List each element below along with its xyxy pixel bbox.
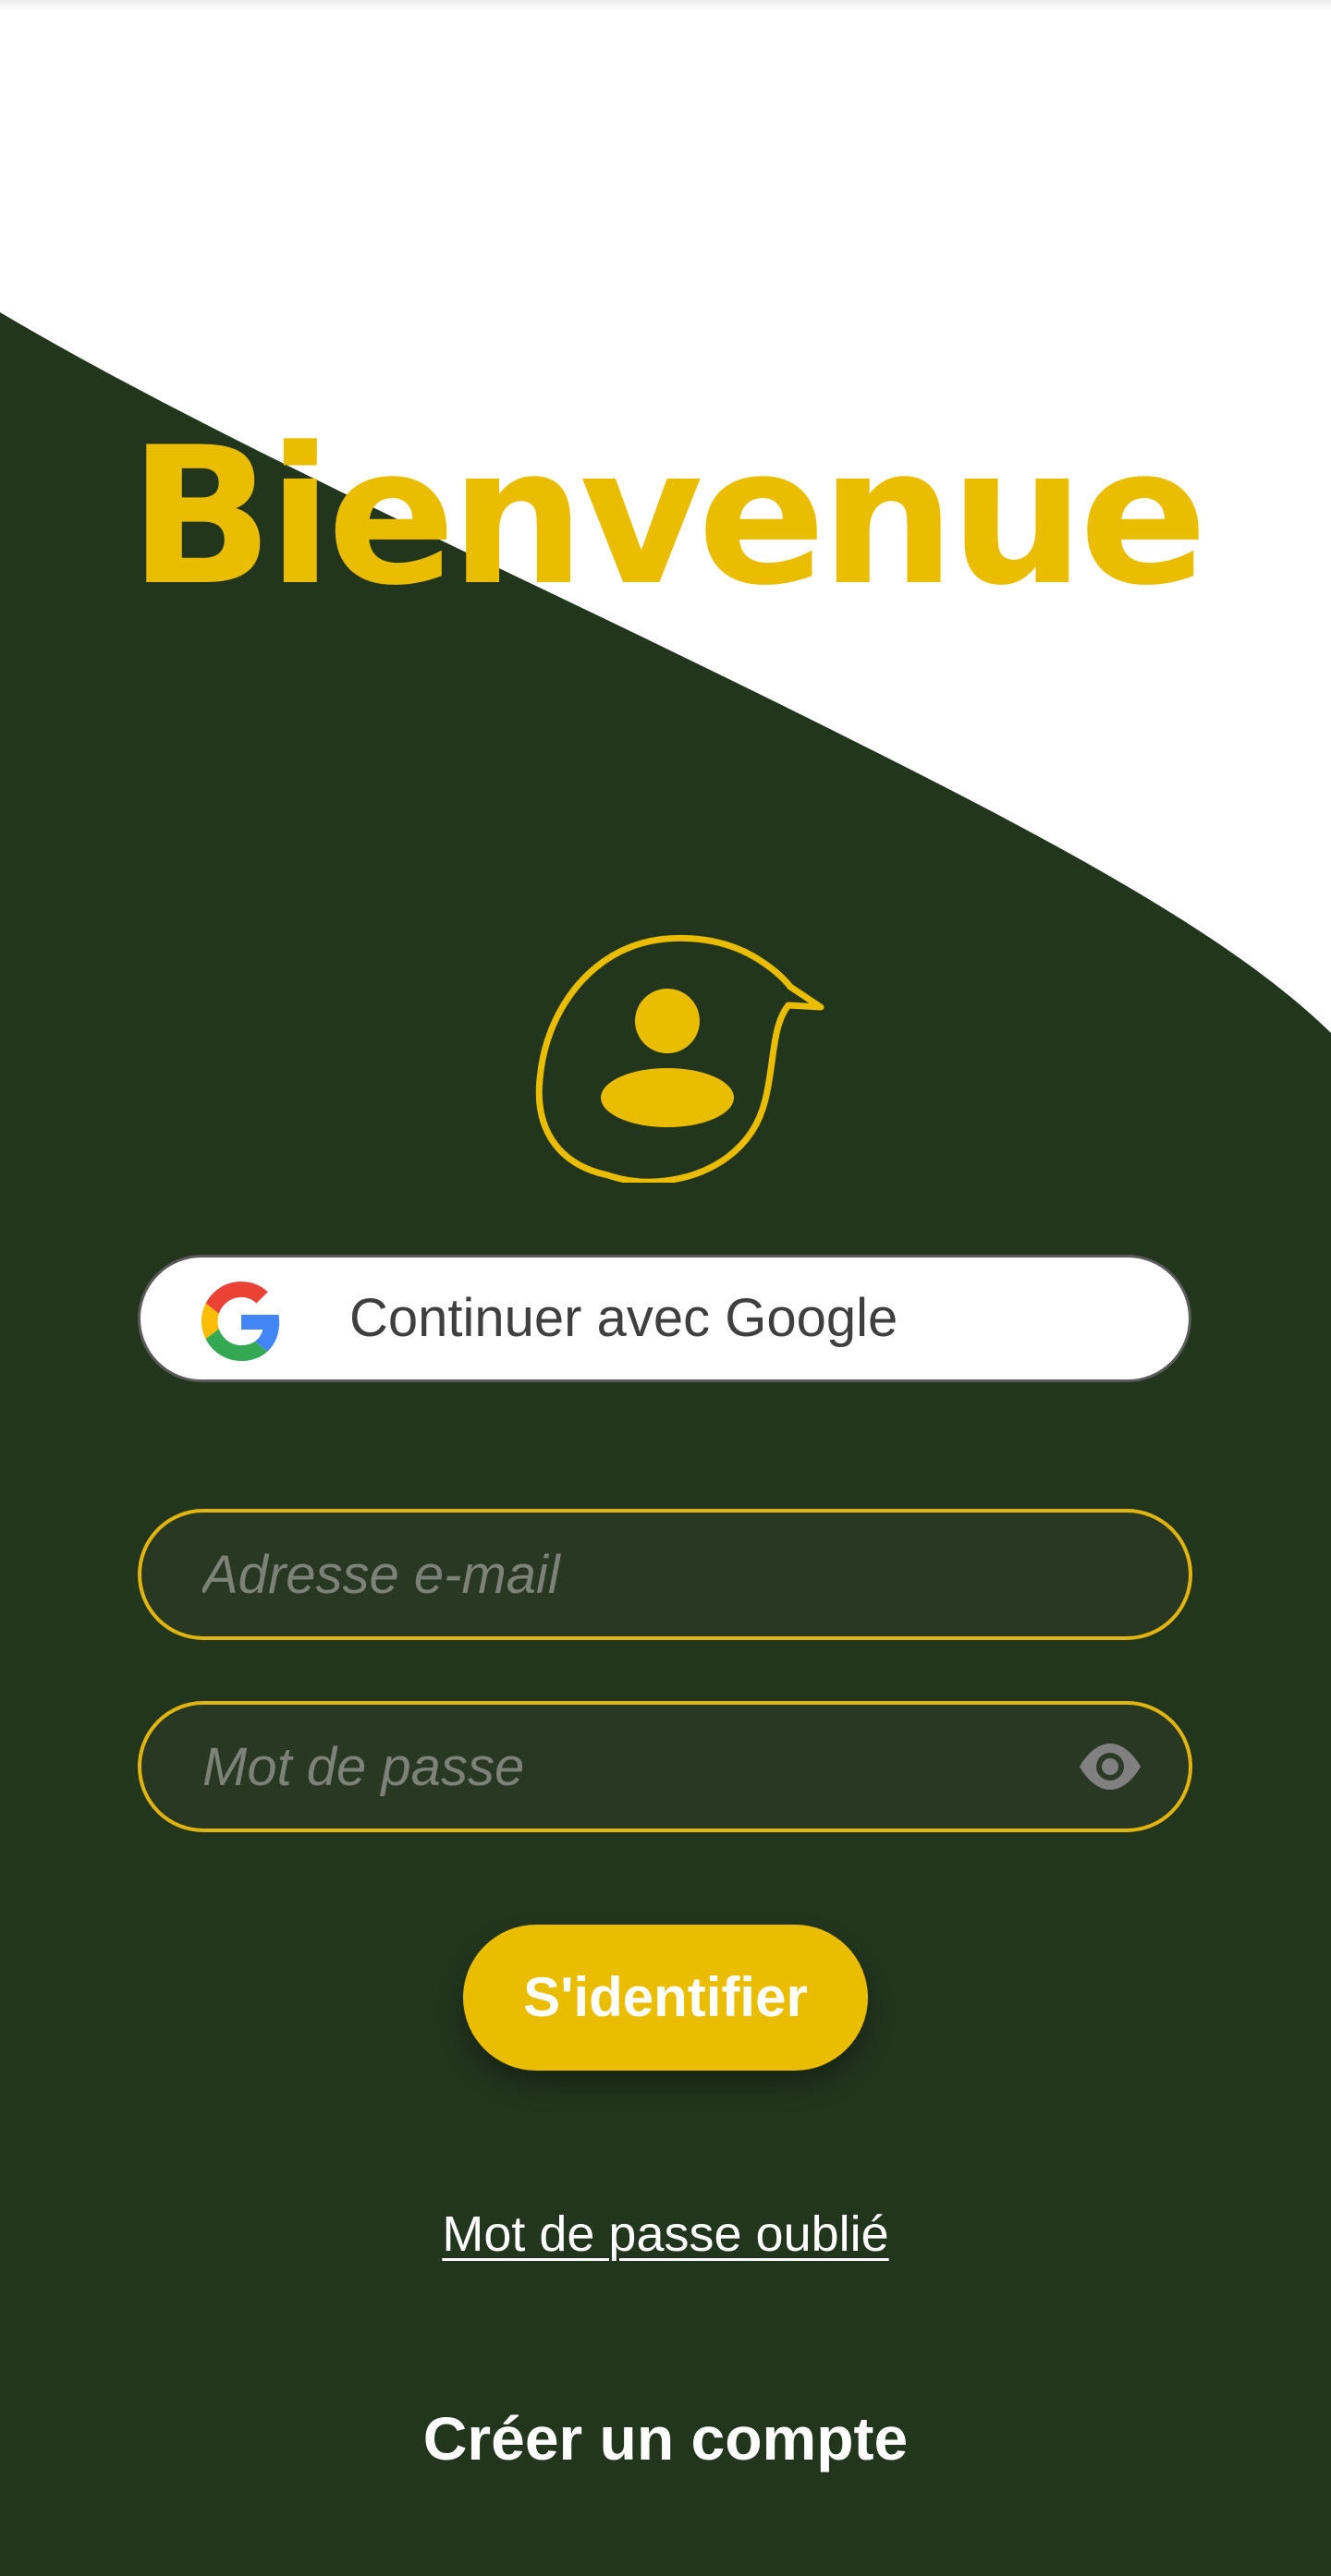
email-input[interactable] xyxy=(202,1513,1062,1636)
forgot-password-label[interactable]: Mot de passe oublié xyxy=(442,2206,888,2262)
user-speech-bubble-icon xyxy=(535,934,824,1183)
password-field[interactable] xyxy=(138,1701,1192,1832)
login-screen: Bienvenue Continuer avec Google S'identi… xyxy=(0,0,1331,2576)
password-input[interactable] xyxy=(202,1705,1062,1829)
create-account-link[interactable]: Créer un compte xyxy=(0,2397,1331,2480)
email-field[interactable] xyxy=(138,1509,1192,1640)
eye-icon[interactable] xyxy=(1076,1736,1144,1797)
google-logo-icon xyxy=(201,1282,280,1361)
sign-in-button[interactable]: S'identifier xyxy=(463,1925,868,2071)
google-button-label: Continuer avec Google xyxy=(349,1288,898,1348)
google-sign-in-button[interactable]: Continuer avec Google xyxy=(138,1255,1191,1382)
status-bar xyxy=(0,0,1331,11)
forgot-password-link: Mot de passe oublié xyxy=(0,2197,1331,2271)
welcome-title: Bienvenue xyxy=(128,407,1207,627)
